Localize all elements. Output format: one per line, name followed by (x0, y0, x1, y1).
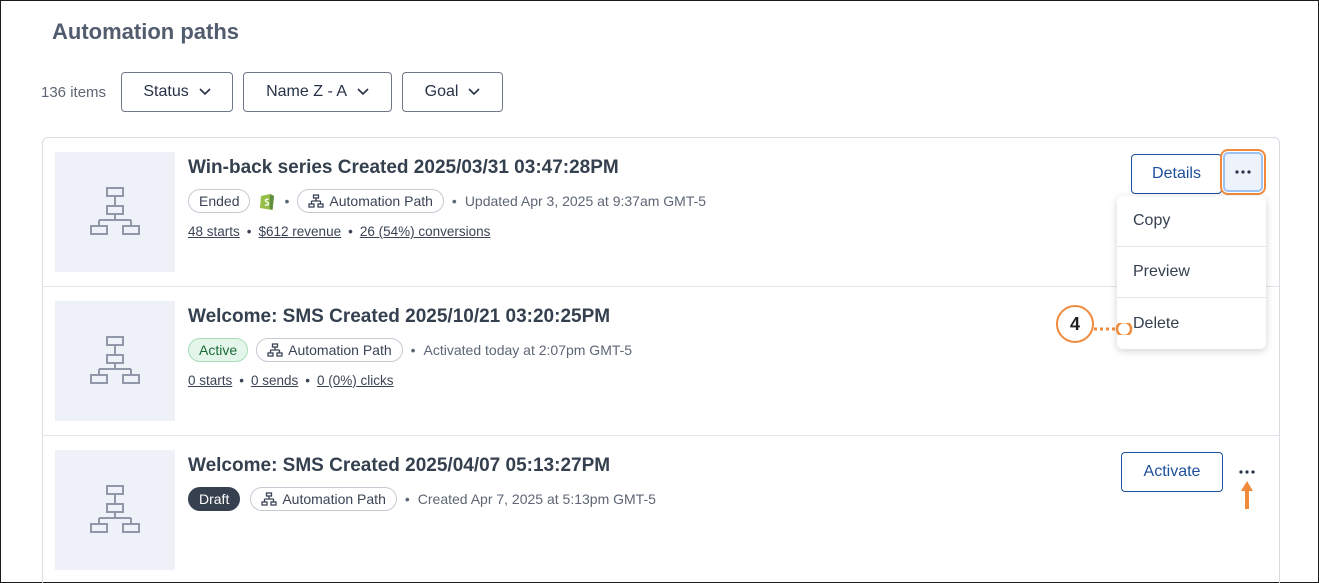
separator-dot: • (451, 193, 457, 209)
automation-meta: Draft Automation Path • Created Apr 7, 2… (188, 487, 656, 511)
more-actions-button-open[interactable] (1220, 149, 1266, 195)
chevron-down-icon (357, 88, 369, 96)
status-badge: Draft (188, 487, 241, 511)
automation-stats: 0 starts • 0 sends • 0 (0%) clicks (188, 373, 394, 388)
toolbar: 136 items Status Name Z - A Goal (41, 72, 513, 112)
more-actions-button-inner (1223, 152, 1263, 192)
separator-dot: • (348, 224, 353, 239)
type-label: Automation Path (288, 342, 392, 358)
callout-connector (1094, 323, 1133, 335)
workflow-icon (261, 492, 277, 506)
starts-link[interactable]: 0 starts (188, 373, 232, 388)
workflow-icon (308, 194, 325, 208)
automation-thumbnail (55, 152, 175, 272)
details-button[interactable]: Details (1131, 154, 1222, 194)
automation-row: Welcome: SMS Created 2025/04/07 05:13:27… (43, 436, 1279, 583)
menu-item-preview[interactable]: Preview (1117, 247, 1266, 298)
sort-filter-label: Name Z - A (266, 83, 347, 100)
status-badge: Active (188, 338, 249, 362)
created-timestamp: Created Apr 7, 2025 at 5:13pm GMT-5 (417, 491, 656, 507)
workflow-icon (90, 485, 140, 533)
workflow-icon (90, 187, 140, 235)
updated-timestamp: Updated Apr 3, 2025 at 9:37am GMT-5 (464, 193, 707, 209)
automation-meta: Active Automation Path • Activated today… (188, 338, 632, 362)
separator-dot: • (284, 193, 290, 209)
automation-list: Win-back series Created 2025/03/31 03:47… (42, 137, 1280, 583)
goal-filter[interactable]: Goal (402, 72, 504, 112)
actions-menu: Copy Preview Delete (1117, 196, 1266, 349)
automation-title[interactable]: Welcome: SMS Created 2025/04/07 05:13:27… (188, 455, 610, 477)
type-badge: Automation Path (250, 487, 397, 511)
status-filter[interactable]: Status (121, 72, 234, 112)
page-title: Automation paths (52, 19, 239, 44)
automation-thumbnail (55, 301, 175, 421)
automation-title[interactable]: Win-back series Created 2025/03/31 03:47… (188, 157, 619, 179)
status-badge: Ended (188, 189, 251, 213)
automation-title[interactable]: Welcome: SMS Created 2025/10/21 03:20:25… (188, 306, 610, 328)
more-horizontal-icon (1239, 470, 1255, 474)
conversions-link[interactable]: 26 (54%) conversions (360, 224, 491, 239)
menu-item-delete[interactable]: Delete (1117, 298, 1266, 349)
item-count: 136 items (41, 83, 107, 101)
up-arrow-icon (1241, 481, 1253, 509)
separator-dot: • (404, 491, 410, 507)
type-badge: Automation Path (256, 338, 403, 362)
clicks-link[interactable]: 0 (0%) clicks (317, 373, 394, 388)
automation-thumbnail (55, 450, 175, 570)
separator-dot: • (410, 342, 416, 358)
step-number-badge: 4 (1056, 305, 1094, 343)
workflow-icon (267, 343, 283, 357)
type-label: Automation Path (282, 491, 386, 507)
chevron-down-icon (199, 88, 211, 96)
automation-row: Win-back series Created 2025/03/31 03:47… (43, 138, 1279, 287)
separator-dot: • (239, 373, 244, 388)
menu-item-copy[interactable]: Copy (1117, 196, 1266, 247)
revenue-link[interactable]: $612 revenue (259, 224, 342, 239)
activate-button[interactable]: Activate (1121, 452, 1223, 492)
type-badge: Automation Path (297, 189, 444, 213)
automation-stats: 48 starts • $612 revenue • 26 (54%) conv… (188, 224, 490, 239)
automation-meta: Ended • Automation Path • Updated Apr 3,… (188, 189, 706, 213)
type-label: Automation Path (329, 193, 433, 209)
starts-link[interactable]: 48 starts (188, 224, 240, 239)
status-filter-label: Status (143, 83, 189, 100)
activated-timestamp: Activated today at 2:07pm GMT-5 (423, 342, 633, 358)
sends-link[interactable]: 0 sends (251, 373, 298, 388)
more-horizontal-icon (1235, 170, 1251, 174)
shopify-icon (260, 194, 275, 210)
chevron-down-icon (468, 88, 481, 96)
workflow-icon (90, 336, 140, 384)
separator-dot: • (246, 224, 252, 239)
goal-filter-label: Goal (424, 83, 459, 100)
sort-filter[interactable]: Name Z - A (243, 72, 393, 112)
separator-dot: • (305, 373, 311, 388)
automation-row: Welcome: SMS Created 2025/10/21 03:20:25… (43, 287, 1279, 436)
